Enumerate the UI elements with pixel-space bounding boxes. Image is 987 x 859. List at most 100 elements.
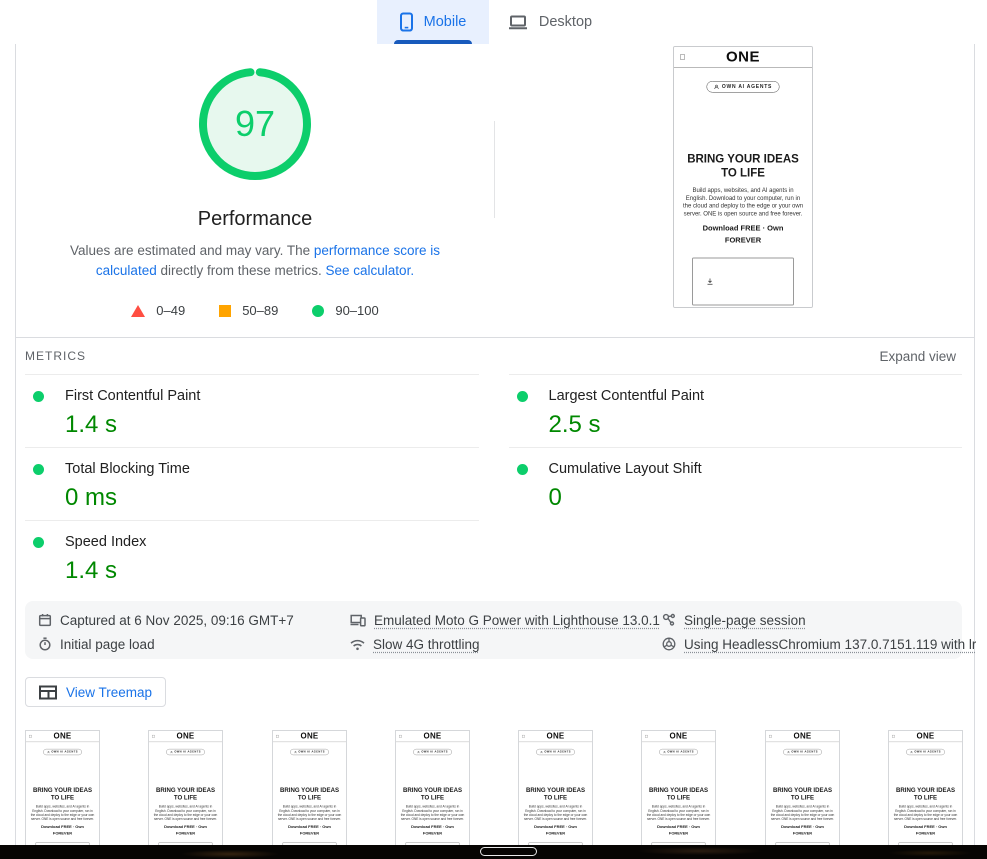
- person-icon: [664, 751, 667, 754]
- own-ai-agents-badge: OWN AI AGENTS: [783, 749, 822, 755]
- pass-dot-icon: [33, 391, 44, 402]
- hero-body: Build apps, websites, and AI agents in E…: [154, 805, 219, 821]
- filmstrip-thumbnail: ONE OWN AI AGENTS BRING YOUR IDEAS TO LI…: [395, 730, 470, 858]
- see-calculator-link[interactable]: See calculator.: [326, 263, 415, 278]
- screenshot-page: ONE OWN AI AGENTS BRING YOUR IDEAS TO LI…: [642, 731, 715, 858]
- own-ai-agents-badge: OWN AI AGENTS: [290, 749, 329, 755]
- screenshot-header: ONE: [889, 731, 962, 742]
- site-logo: ONE: [674, 49, 812, 66]
- site-logo: ONE: [396, 732, 469, 741]
- metric-value: 2.5 s: [549, 411, 963, 439]
- hero-heading: BRING YOUR IDEAS TO LIFE: [647, 786, 712, 801]
- pass-circle-icon: [312, 305, 324, 317]
- own-ai-agents-badge: OWN AI AGENTS: [43, 749, 82, 755]
- performance-score-value: 97: [197, 66, 313, 182]
- score-disclaimer: Values are estimated and may vary. The p…: [69, 241, 441, 281]
- capture-time: Captured at 6 Nov 2025, 09:16 GMT+7: [38, 608, 350, 632]
- hero-body: Build apps, websites, and AI agents in E…: [277, 805, 342, 821]
- person-icon: [787, 751, 790, 754]
- hero-cta: Download FREE · Own FOREVER: [400, 824, 465, 837]
- badge-label: OWN AI AGENTS: [544, 751, 571, 754]
- screenshot-page: ONE OWN AI AGENTS BRING YOUR IDEAS TO LI…: [273, 731, 346, 858]
- screenshot-header: ONE: [26, 731, 99, 742]
- mobile-phone-icon: [399, 12, 414, 32]
- person-icon: [47, 751, 50, 754]
- metrics-header: METRICS Expand view: [16, 338, 974, 374]
- view-treemap-label: View Treemap: [66, 685, 152, 700]
- person-icon: [417, 751, 420, 754]
- session-type: Single-page session: [662, 608, 976, 632]
- browser-label[interactable]: Using HeadlessChromium 137.0.7151.119 wi…: [684, 637, 976, 652]
- person-icon: [540, 751, 543, 754]
- hero-heading: BRING YOUR IDEAS TO LIFE: [277, 786, 342, 801]
- own-ai-agents-badge: OWN AI AGENTS: [536, 749, 575, 755]
- devices-icon: [350, 613, 366, 627]
- legend-average-range: 50–89: [242, 303, 278, 318]
- disclaimer-text: Values are estimated and may vary. The: [70, 243, 314, 258]
- pass-dot-icon: [517, 464, 528, 475]
- emulated-device-label[interactable]: Emulated Moto G Power with Lighthouse 13…: [374, 613, 660, 628]
- view-treemap-button[interactable]: View Treemap: [25, 677, 166, 707]
- network-signal-icon: [350, 638, 365, 651]
- metric-name: Speed Index: [65, 534, 479, 550]
- runtime-column-3: Single-page session Using HeadlessChromi…: [662, 608, 976, 659]
- screenshot-page: ONE OWN AI AGENTS BRING YOUR IDEAS TO LI…: [766, 731, 839, 858]
- throttling-setting: Slow 4G throttling: [350, 632, 662, 656]
- filmstrip-thumbnail: ONE OWN AI AGENTS BRING YOUR IDEAS TO LI…: [518, 730, 593, 858]
- screenshot-page: ONE OWN AI AGENTS BRING YOUR IDEAS TO LI…: [889, 731, 962, 858]
- site-logo: ONE: [642, 732, 715, 741]
- capture-time-label: Captured at 6 Nov 2025, 09:16 GMT+7: [60, 613, 294, 628]
- hero-cta: Download FREE · Own FOREVER: [30, 824, 95, 837]
- chromium-icon: [662, 637, 676, 651]
- calendar-icon: [38, 613, 52, 627]
- own-ai-agents-badge: OWN AI AGENTS: [166, 749, 205, 755]
- site-logo: ONE: [889, 732, 962, 741]
- hero-heading: BRING YOUR IDEAS TO LIFE: [30, 786, 95, 801]
- performance-gauge[interactable]: 97: [197, 66, 313, 182]
- filmstrip-thumbnail: ONE OWN AI AGENTS BRING YOUR IDEAS TO LI…: [641, 730, 716, 858]
- filmstrip-thumbnail: ONE OWN AI AGENTS BRING YOUR IDEAS TO LI…: [272, 730, 347, 858]
- download-box: [692, 258, 794, 306]
- session-label[interactable]: Single-page session: [684, 613, 806, 628]
- screenshot-header: ONE: [642, 731, 715, 742]
- metric-name: First Contentful Paint: [65, 388, 479, 404]
- site-logo: ONE: [149, 732, 222, 741]
- metric-name: Total Blocking Time: [65, 461, 479, 477]
- metrics-heading: METRICS: [25, 349, 86, 363]
- pass-dot-icon: [33, 464, 44, 475]
- tab-mobile-label: Mobile: [424, 14, 467, 30]
- runtime-column-1: Captured at 6 Nov 2025, 09:16 GMT+7 Init…: [38, 608, 350, 659]
- bottom-pill-outline: [480, 847, 537, 856]
- hero-cta: Download FREE · Own FOREVER: [770, 824, 835, 837]
- score-legend: 0–49 50–89 90–100: [16, 303, 494, 318]
- treemap-icon: [39, 685, 57, 700]
- screenshot-page: ONE OWN AI AGENTS BRING YOUR IDEAS TO LI…: [519, 731, 592, 858]
- screenshot-page: ONE OWN AI AGENTS BRING YOUR IDEAS TO LI…: [26, 731, 99, 858]
- fail-triangle-icon: [131, 305, 145, 317]
- desktop-laptop-icon: [507, 13, 529, 31]
- lighthouse-report-card: 97 Performance Values are estimated and …: [15, 44, 975, 859]
- tab-desktop-label: Desktop: [539, 14, 592, 30]
- hero-cta: Download FREE · Own FOREVER: [154, 824, 219, 837]
- expand-view-button[interactable]: Expand view: [879, 349, 956, 364]
- emulated-device: Emulated Moto G Power with Lighthouse 13…: [350, 608, 662, 632]
- hero-cta: Download FREE · Own FOREVER: [682, 223, 804, 247]
- performance-score-section: 97 Performance Values are estimated and …: [16, 44, 974, 337]
- legend-average: 50–89: [219, 303, 278, 318]
- hero-body: Build apps, websites, and AI agents in E…: [523, 805, 588, 821]
- throttling-label[interactable]: Slow 4G throttling: [373, 637, 480, 652]
- metric-name: Cumulative Layout Shift: [549, 461, 963, 477]
- browser-info: Using HeadlessChromium 137.0.7151.119 wi…: [662, 632, 976, 656]
- hero-body: Build apps, websites, and AI agents in E…: [400, 805, 465, 821]
- metric-cumulative-layout-shift: Cumulative Layout Shift 0: [509, 447, 963, 520]
- tab-mobile[interactable]: Mobile: [377, 0, 489, 44]
- hero-heading: BRING YOUR IDEAS TO LIFE: [400, 786, 465, 801]
- screenshot-header: ONE: [766, 731, 839, 742]
- own-ai-agents-badge: OWN AI AGENTS: [706, 81, 779, 93]
- tab-desktop[interactable]: Desktop: [489, 0, 611, 44]
- screenshot-header: ONE: [273, 731, 346, 742]
- person-icon: [910, 751, 913, 754]
- filmstrip-thumbnail: ONE OWN AI AGENTS BRING YOUR IDEAS TO LI…: [148, 730, 223, 858]
- site-logo: ONE: [766, 732, 839, 741]
- badge-label: OWN AI AGENTS: [914, 751, 941, 754]
